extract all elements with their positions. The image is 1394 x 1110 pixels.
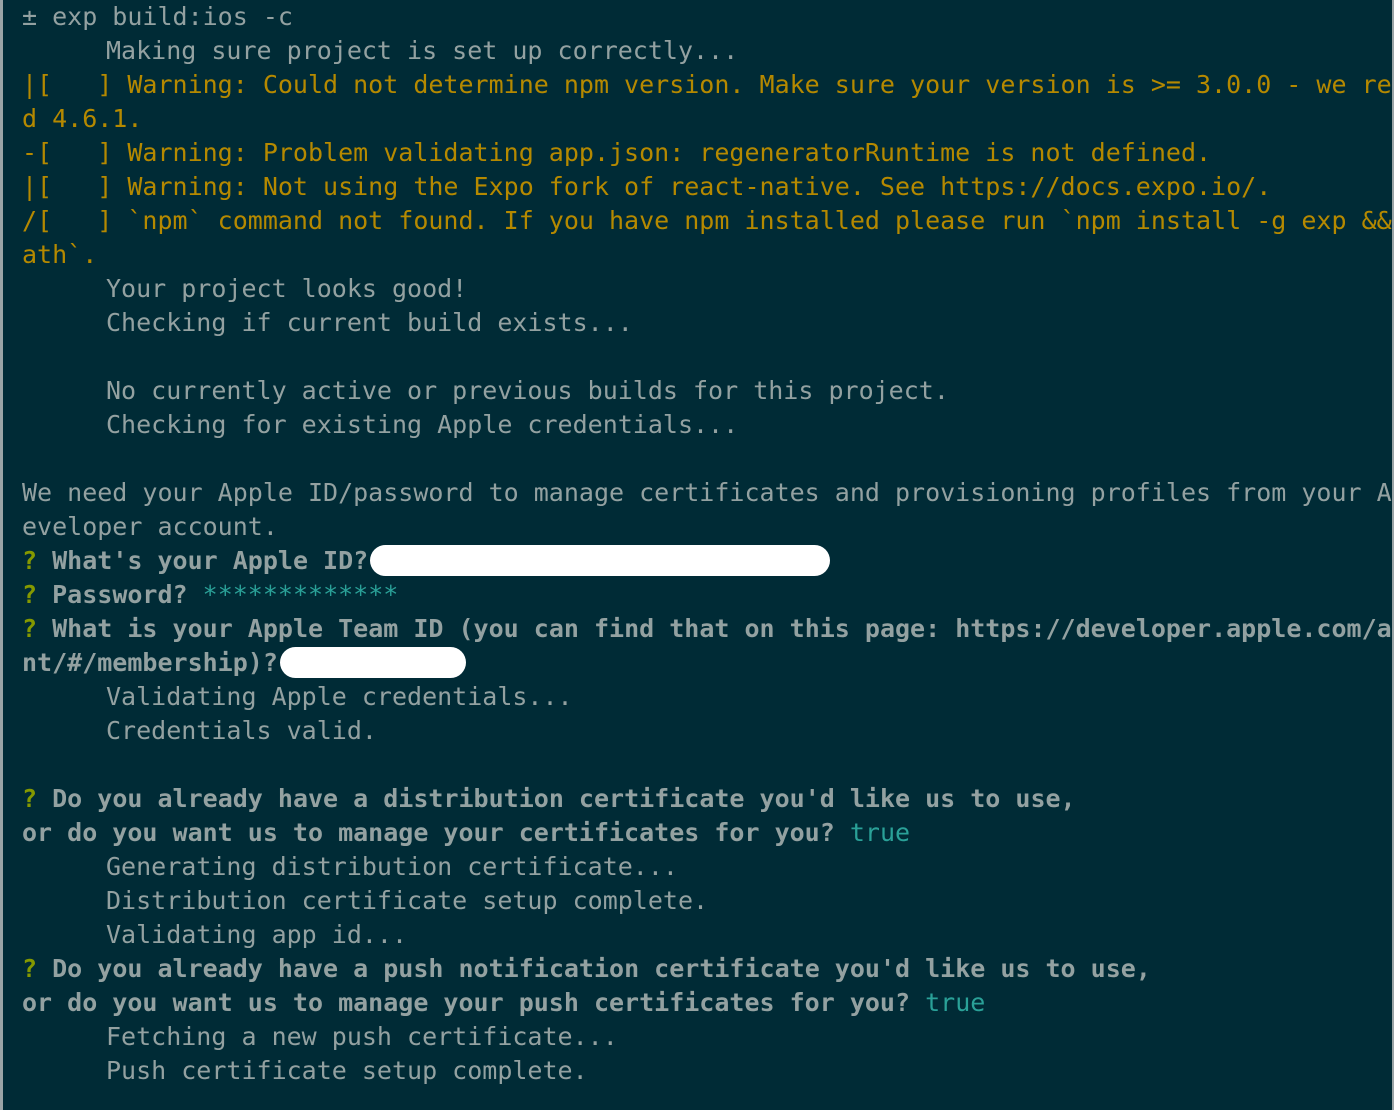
status-line: Checking for existing Apple credentials.…	[106, 410, 739, 439]
prompt-mark: ?	[22, 546, 38, 575]
status-line: No currently active or previous builds f…	[106, 376, 949, 405]
prompt-mark: ?	[22, 614, 38, 643]
terminal-window[interactable]: ± exp build:ios -c Making sure project i…	[0, 0, 1394, 1110]
command-line: ± exp build:ios -c	[22, 2, 293, 31]
warning-line: |[ ] Warning: Not using the Expo fork of…	[22, 172, 1272, 201]
prompt-text: nt/#/membership)?	[22, 648, 278, 677]
status-line: Fetching a new push certificate...	[106, 1022, 618, 1051]
prompt-text: What is your Apple Team ID (you can find…	[52, 614, 1394, 643]
warning-line: |[ ] Warning: Could not determine npm ve…	[22, 70, 1394, 99]
prompt-team-id-wrap: nt/#/membership)?	[22, 646, 1392, 680]
prompt-push-cert-wrap: or do you want us to manage your push ce…	[22, 986, 1392, 1020]
password-mask: *************	[202, 580, 399, 609]
prompt-mark: ?	[22, 784, 38, 813]
prompt-text: Password?	[52, 580, 188, 609]
status-line: Validating app id...	[106, 920, 408, 949]
prompt-apple-id: ? What's your Apple ID?	[22, 544, 1392, 578]
warning-line-wrap: ath`.	[22, 240, 98, 269]
prompt-text: Do you already have a push notification …	[52, 954, 1151, 983]
info-line: We need your Apple ID/password to manage…	[22, 478, 1394, 507]
warning-line: /[ ] `npm` command not found. If you hav…	[22, 206, 1394, 235]
redacted-team-id	[279, 646, 466, 678]
status-line: Generating distribution certificate...	[106, 852, 678, 881]
terminal-output: ± exp build:ios -c Making sure project i…	[22, 0, 1394, 1088]
status-line: Checking if current build exists...	[106, 308, 633, 337]
prompt-mark: ?	[22, 954, 38, 983]
prompt-password: ? Password? *************	[22, 578, 1392, 612]
prompt-distribution-cert: ? Do you already have a distribution cer…	[22, 782, 1392, 816]
prompt-text: Do you already have a distribution certi…	[52, 784, 1076, 813]
status-line: Distribution certificate setup complete.	[106, 886, 709, 915]
prompt-mark: ?	[22, 580, 38, 609]
info-line-wrap: eveloper account.	[22, 512, 278, 541]
prompt-push-cert: ? Do you already have a push notificatio…	[22, 952, 1392, 986]
redacted-apple-id	[370, 544, 831, 576]
status-line: Credentials valid.	[106, 716, 377, 745]
warning-line-wrap: d 4.6.1.	[22, 104, 143, 133]
warning-line: -[ ] Warning: Problem validating app.jso…	[22, 138, 1212, 167]
prompt-distribution-cert-wrap: or do you want us to manage your certifi…	[22, 816, 1392, 850]
prompt-text: or do you want us to manage your certifi…	[22, 818, 835, 847]
status-line: Your project looks good!	[106, 274, 468, 303]
prompt-team-id: ? What is your Apple Team ID (you can fi…	[22, 612, 1394, 646]
status-line: Push certificate setup complete.	[106, 1056, 588, 1085]
answer-value: true	[849, 818, 911, 847]
prompt-text: or do you want us to manage your push ce…	[22, 988, 911, 1017]
prompt-text: What's your Apple ID?	[52, 546, 369, 575]
status-line: Validating Apple credentials...	[106, 682, 573, 711]
status-line: Making sure project is set up correctly.…	[106, 36, 739, 65]
answer-value: true	[925, 988, 986, 1017]
